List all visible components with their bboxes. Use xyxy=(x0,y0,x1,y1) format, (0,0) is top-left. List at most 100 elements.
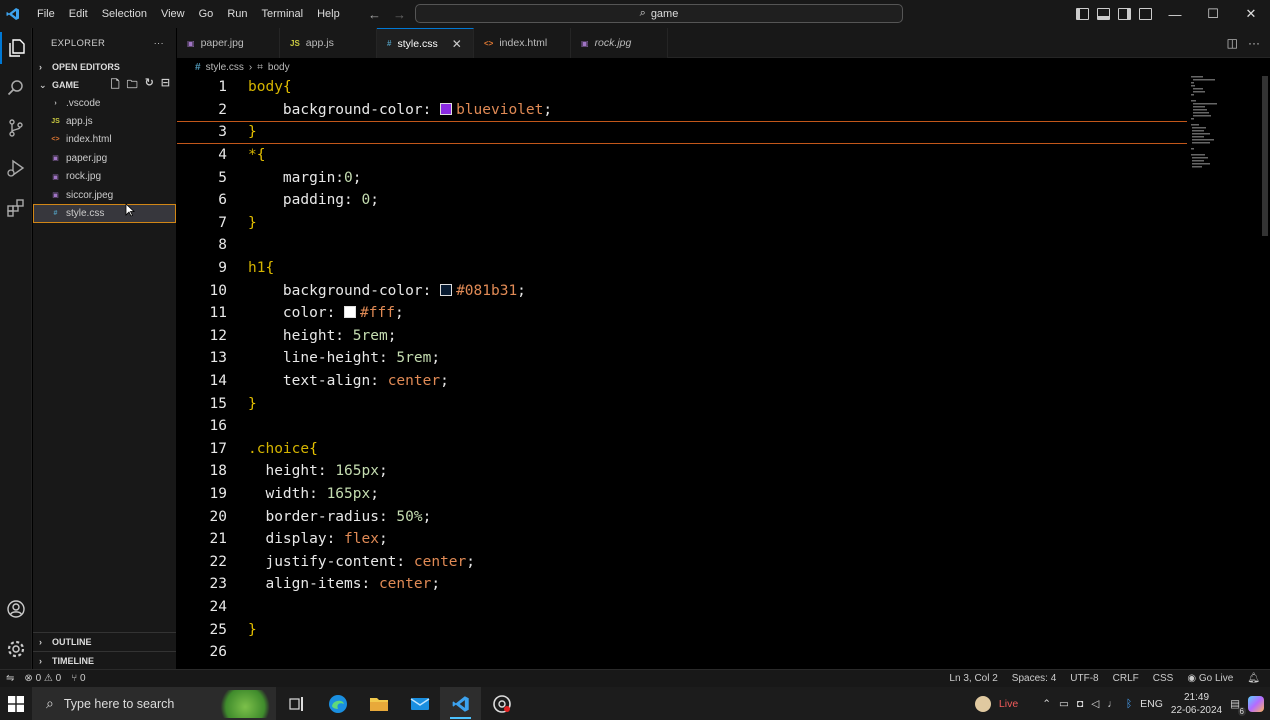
menu-item-go[interactable]: Go xyxy=(192,0,221,28)
refresh-icon[interactable]: ↻ xyxy=(145,76,154,95)
code-token: flex xyxy=(344,531,379,548)
edge-browser-icon[interactable] xyxy=(317,687,358,720)
color-swatch[interactable] xyxy=(344,306,357,319)
menu-item-edit[interactable]: Edit xyxy=(62,0,95,28)
file-tree-item[interactable]: ▣ siccor.jpeg xyxy=(33,186,176,204)
clock[interactable]: 21:49 22-06-2024 xyxy=(1171,691,1222,717)
tab-label: app.js xyxy=(305,37,334,49)
language-mode[interactable]: CSS xyxy=(1153,673,1174,684)
back-arrow-icon[interactable]: ← xyxy=(368,7,381,22)
line-endings[interactable]: CRLF xyxy=(1113,673,1139,684)
close-window-button[interactable]: ✕ xyxy=(1232,0,1270,28)
split-editor-icon[interactable]: ◫ xyxy=(1227,36,1238,50)
battery-icon[interactable]: ▭ xyxy=(1059,698,1069,710)
file-tree-item[interactable]: ▣ rock.jpg xyxy=(33,168,176,186)
accounts-icon[interactable] xyxy=(0,593,32,625)
line-number: 22 xyxy=(209,553,227,570)
toggle-primary-sidebar-icon[interactable] xyxy=(1076,8,1089,20)
open-editors-section[interactable]: › OPEN EDITORS xyxy=(33,58,176,76)
code-token: ; xyxy=(517,282,526,299)
explorer-icon[interactable] xyxy=(0,32,32,64)
menu-item-terminal[interactable]: Terminal xyxy=(255,0,311,28)
close-tab-icon[interactable]: ✕ xyxy=(452,37,462,51)
tab-index-html[interactable]: <> index.html xyxy=(474,28,571,58)
line-number: 8 xyxy=(218,237,227,254)
task-view-icon[interactable] xyxy=(276,687,317,720)
more-actions-icon[interactable]: ··· xyxy=(1248,36,1260,50)
notifications-bell-icon[interactable]: 🔔︎ xyxy=(1247,673,1260,684)
live-label[interactable]: Live xyxy=(999,698,1018,710)
mail-icon[interactable] xyxy=(399,687,440,720)
chevron-up-icon[interactable]: ⌃ xyxy=(1042,698,1051,710)
code-token: ; xyxy=(466,553,475,570)
maximize-button[interactable]: ☐ xyxy=(1194,0,1232,28)
file-tree-item[interactable]: › .vscode xyxy=(33,94,176,112)
volume-icon[interactable]: ◁ xyxy=(1091,698,1099,710)
bluetooth-icon[interactable]: ᛒ xyxy=(1126,698,1132,710)
breadcrumb-symbol[interactable]: body xyxy=(268,62,290,73)
file-explorer-icon[interactable] xyxy=(358,687,399,720)
remote-icon[interactable]: ⇋ xyxy=(6,673,14,684)
line-number: 16 xyxy=(209,418,227,435)
code-token: ; xyxy=(543,101,553,118)
menu-item-run[interactable]: Run xyxy=(220,0,254,28)
indentation[interactable]: Spaces: 4 xyxy=(1012,673,1056,684)
collapse-all-icon[interactable]: ⊟ xyxy=(161,76,170,95)
file-tree-item[interactable]: # style.css xyxy=(33,204,176,223)
tab-rock-jpg[interactable]: ▣ rock.jpg xyxy=(571,28,668,58)
color-swatch[interactable] xyxy=(440,283,453,296)
extensions-icon[interactable] xyxy=(0,192,32,224)
toggle-panel-icon[interactable] xyxy=(1097,8,1110,20)
command-center-search[interactable]: ⌕ game xyxy=(415,4,903,23)
game-folder-section[interactable]: ⌄ GAME 🗋 🗀 ↻ ⊟ xyxy=(33,76,176,94)
tab-paper-jpg[interactable]: ▣ paper.jpg xyxy=(177,28,280,58)
toggle-secondary-sidebar-icon[interactable] xyxy=(1118,8,1131,20)
taskbar-search-box[interactable]: ⌕ Type here to search xyxy=(32,687,276,720)
vscode-taskbar-icon[interactable] xyxy=(440,687,481,720)
code-token: center xyxy=(387,373,441,390)
vertical-scrollbar[interactable] xyxy=(1262,76,1268,236)
windows-start-button[interactable] xyxy=(0,687,32,720)
tab-actions: ◫ ··· xyxy=(1227,28,1260,58)
menu-item-view[interactable]: View xyxy=(154,0,192,28)
encoding[interactable]: UTF-8 xyxy=(1070,673,1098,684)
settings-gear-icon[interactable] xyxy=(0,633,32,665)
forward-arrow-icon[interactable]: → xyxy=(393,7,406,22)
file-tree-item[interactable]: JS app.js xyxy=(33,112,176,130)
minimap[interactable] xyxy=(1187,76,1257,196)
live-weather-icon[interactable] xyxy=(974,695,991,712)
more-actions-icon[interactable]: ··· xyxy=(154,38,164,49)
file-tree-item[interactable]: <> index.html xyxy=(33,131,176,149)
breadcrumb-file[interactable]: style.css xyxy=(206,62,244,73)
language-indicator[interactable]: ENG xyxy=(1140,698,1163,710)
notification-center-icon[interactable]: ▤ 6 xyxy=(1230,698,1246,716)
file-tree-item[interactable]: ▣ paper.jpg xyxy=(33,149,176,167)
screen-recorder-icon[interactable] xyxy=(481,687,522,720)
chevron-right-icon: › xyxy=(39,62,42,72)
tab-app-js[interactable]: JS app.js xyxy=(280,28,377,58)
menu-item-help[interactable]: Help xyxy=(310,0,347,28)
tab-style-css[interactable]: # style.css ✕ xyxy=(377,28,474,58)
menu-item-selection[interactable]: Selection xyxy=(95,0,154,28)
code-editor[interactable]: 1 body{2 background-color: blueviolet; 3} 4… xyxy=(177,76,1270,669)
minimize-button[interactable]: — xyxy=(1156,0,1194,28)
color-swatch[interactable] xyxy=(440,102,453,115)
ports-indicator[interactable]: ⑂ 0 xyxy=(71,673,85,684)
system-tray: Live ⌃ ▭ ◘ ◁ ♩ ᛒ ENG 21:49 22-06-2024 ▤ 6 xyxy=(974,687,1270,720)
source-control-icon[interactable] xyxy=(0,112,32,144)
microphone-icon[interactable]: ♩ xyxy=(1107,698,1118,710)
meet-now-icon[interactable]: ◘ xyxy=(1077,698,1083,710)
copilot-icon[interactable] xyxy=(1248,695,1264,712)
run-debug-icon[interactable] xyxy=(0,152,32,184)
search-icon[interactable] xyxy=(0,72,32,104)
new-folder-icon[interactable]: 🗀 xyxy=(127,76,138,95)
go-live-button[interactable]: ◉ Go Live xyxy=(1187,673,1233,684)
new-file-icon[interactable]: 🗋 xyxy=(111,76,120,95)
timeline-section[interactable]: › TIMELINE xyxy=(33,651,176,670)
problems-indicator[interactable]: ⊗ 0 ⚠ 0 xyxy=(24,673,61,684)
outline-section[interactable]: › OUTLINE xyxy=(33,632,176,651)
folder-file-icon: › xyxy=(54,99,57,107)
cursor-position[interactable]: Ln 3, Col 2 xyxy=(949,673,997,684)
menu-item-file[interactable]: File xyxy=(30,0,62,28)
customize-layout-icon[interactable] xyxy=(1139,8,1152,20)
